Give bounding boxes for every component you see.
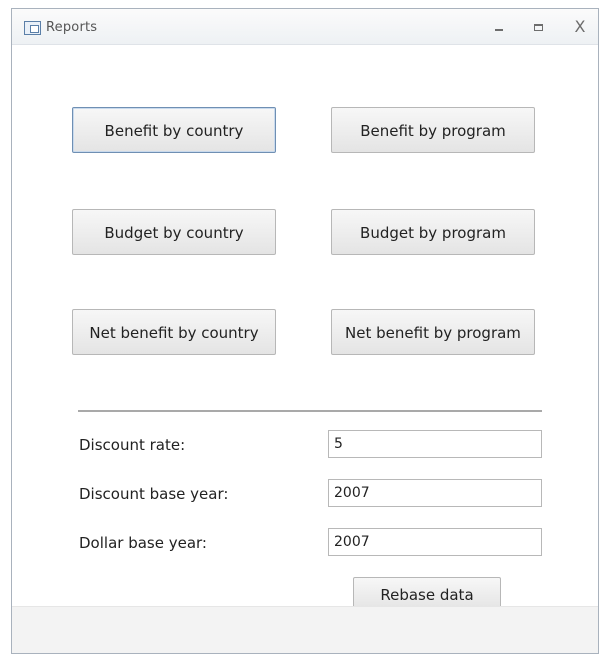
discount-base-year-label: Discount base year: xyxy=(79,485,229,503)
maximize-button[interactable] xyxy=(527,16,551,38)
window-footer xyxy=(12,606,598,653)
net-benefit-by-country-button[interactable]: Net benefit by country xyxy=(72,309,276,355)
maximize-icon xyxy=(534,24,543,31)
budget-by-country-button[interactable]: Budget by country xyxy=(72,209,276,255)
minimize-icon xyxy=(495,29,503,31)
close-button[interactable]: X xyxy=(568,16,592,38)
budget-by-program-button[interactable]: Budget by program xyxy=(331,209,535,255)
net-benefit-by-program-button[interactable]: Net benefit by program xyxy=(331,309,535,355)
discount-base-year-field[interactable] xyxy=(328,479,542,507)
dollar-base-year-label: Dollar base year: xyxy=(79,534,207,552)
window-title: Reports xyxy=(46,20,98,35)
report-window-icon xyxy=(24,21,41,35)
discount-rate-label: Discount rate: xyxy=(79,436,186,454)
reports-window: Reports X Benefit by country Benefit by … xyxy=(11,8,599,654)
close-icon: X xyxy=(574,17,586,36)
reports-form: Benefit by country Benefit by program Bu… xyxy=(12,46,598,611)
title-bar[interactable]: Reports X xyxy=(12,9,598,45)
section-divider xyxy=(78,410,542,412)
dollar-base-year-field[interactable] xyxy=(328,528,542,556)
minimize-button[interactable] xyxy=(488,16,512,38)
benefit-by-program-button[interactable]: Benefit by program xyxy=(331,107,535,153)
discount-rate-field[interactable] xyxy=(328,430,542,458)
benefit-by-country-button[interactable]: Benefit by country xyxy=(72,107,276,153)
